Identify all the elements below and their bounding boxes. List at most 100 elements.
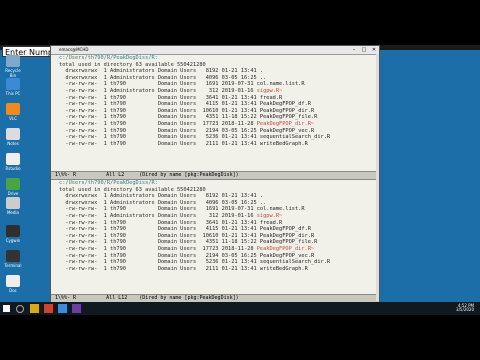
dired-row[interactable]: -rw-rw-rw- 1 th790 Domain Users 3641 01-… (51, 95, 379, 102)
dired-file-name[interactable]: writeBedGraph.R (260, 141, 308, 147)
dired-file-name[interactable]: PeakDegFPOP_file.R (260, 114, 317, 120)
dired-row[interactable]: -rw-rw-rw- 1 th790 Domain Users 4115 01-… (51, 101, 379, 108)
dired-pane-bottom[interactable]: c:/Users/th790/R/PeakDegDiss/R: total us… (51, 180, 379, 294)
file-icon[interactable]: Doc (2, 275, 24, 293)
recycle-bin-icon-glyph (6, 55, 20, 67)
dired-row-meta: -rw-rw-rw- 1 th790 Domain Users 2194 03-… (59, 127, 260, 134)
dired-file-name[interactable]: fread.R (260, 95, 282, 101)
dired-file-name[interactable]: fread.R (260, 220, 282, 226)
dired-row[interactable]: -rw-rw-rw- 1 Administrators Domain Users… (51, 213, 379, 220)
cygwin-icon-glyph (6, 225, 20, 237)
desktop-icon-label: Terminal (4, 263, 22, 268)
dired-row[interactable]: -rw-rw-rw- 1 th790 Domain Users 2194 03-… (51, 128, 379, 135)
close-icon[interactable]: ✕ (369, 46, 379, 54)
dired-file-name[interactable]: .. (260, 200, 266, 206)
dired-row[interactable]: -rw-rw-rw- 1 th790 Domain Users 4351 11-… (51, 239, 379, 246)
system-tray[interactable]: 4:52 PM 3/5/2020 (456, 304, 474, 312)
dired-file-name[interactable]: PeakDegFPOP_vec.R (260, 253, 314, 259)
desktop-icon-label: VLC (9, 116, 17, 121)
dired-pane-top[interactable]: c:/Users/th790/R/PeakDegDiss/R: total us… (51, 55, 379, 171)
dired-row[interactable]: -rw-rw-rw- 1 th790 Domain Users 5236 01-… (51, 134, 379, 141)
dired-row[interactable]: -rw-rw-rw- 1 th790 Domain Users 4115 01-… (51, 226, 379, 233)
desktop-icon-label: Doc (9, 288, 17, 293)
dired-file-name[interactable]: PeakDegFPOP_dir.R~ (257, 246, 314, 252)
dired-file-name[interactable]: sequentialSearch_dir.R (260, 259, 330, 265)
dired-row[interactable]: drwxrwxrwx 1 Administrators Domain Users… (51, 68, 379, 75)
terminal-icon[interactable]: Terminal (2, 250, 24, 268)
emacs-window[interactable]: emacs@MCHD – □ ✕ c:/Users/th790/R/PeakDe… (50, 45, 380, 303)
dired-row[interactable]: -rw-rw-rw- 1 th790 Domain Users 17723 20… (51, 121, 379, 128)
document-icon[interactable]: Rstudio (2, 153, 24, 171)
dired-file-name[interactable]: PeakDegFPOP_vec.R (260, 128, 314, 134)
dired-file-name[interactable]: . (260, 193, 263, 199)
dired-row[interactable]: -rw-rw-rw- 1 th790 Domain Users 4351 11-… (51, 114, 379, 121)
drive-icon[interactable]: Drive (2, 178, 24, 196)
dired-file-name[interactable]: col.name.list.R (257, 206, 305, 212)
dired-file-name[interactable]: sequentialSearch_dir.R (260, 134, 330, 140)
start-icon[interactable] (3, 305, 10, 312)
dired-row-meta: -rw-rw-rw- 1 th790 Domain Users 17723 20… (59, 245, 257, 252)
this-pc-icon[interactable]: This PC (2, 78, 24, 96)
dired-row[interactable]: -rw-rw-rw- 1 th790 Domain Users 2111 01-… (51, 141, 379, 148)
dired-row-meta: -rw-rw-rw- 1 th790 Domain Users 2111 01-… (59, 265, 260, 272)
vlc-icon[interactable]: VLC (2, 103, 24, 121)
app-icon[interactable] (58, 304, 67, 313)
dired-row[interactable]: drwxrwxrwx 1 Administrators Domain Users… (51, 200, 379, 207)
dired-row[interactable]: -rw-rw-rw- 1 th790 Domain Users 1691 201… (51, 206, 379, 213)
dired-row[interactable]: -rw-rw-rw- 1 th790 Domain Users 10610 01… (51, 233, 379, 240)
dired-row-meta: -rw-rw-rw- 1 th790 Domain Users 4115 01-… (59, 101, 260, 108)
notes-icon[interactable]: Notes (2, 128, 24, 146)
explorer-icon[interactable] (30, 304, 39, 313)
dired-row[interactable]: -rw-rw-rw- 1 th790 Domain Users 2111 01-… (51, 266, 379, 273)
dired-row[interactable]: -rw-rw-rw- 1 th790 Domain Users 3641 01-… (51, 220, 379, 227)
dired-row[interactable]: -rw-rw-rw- 1 th790 Domain Users 10610 01… (51, 108, 379, 115)
dired-row-meta: -rw-rw-rw- 1 th790 Domain Users 1691 201… (59, 81, 257, 88)
document-icon-glyph (6, 153, 20, 165)
dired-file-name[interactable]: PeakDegFPOP_dir.R (260, 108, 314, 114)
dired-row[interactable]: -rw-rw-rw- 1 th790 Domain Users 1691 201… (51, 81, 379, 88)
dired-file-name[interactable]: sigpw.R~ (257, 213, 283, 219)
dired-file-name[interactable]: PeakDegFPOP_df.R (260, 226, 311, 232)
emacs-icon[interactable] (72, 304, 81, 313)
dired-row[interactable]: -rw-rw-rw- 1 th790 Domain Users 5236 01-… (51, 259, 379, 266)
dired-row[interactable]: -rw-rw-rw- 1 th790 Domain Users 2194 03-… (51, 253, 379, 260)
media-icon-glyph (6, 197, 20, 209)
window-title: emacs@MCHD (59, 47, 89, 52)
vlc-icon-glyph (6, 103, 20, 115)
minimize-icon[interactable]: – (349, 46, 359, 54)
drive-icon-glyph (6, 178, 20, 190)
dired-file-name[interactable]: PeakDegFPOP_dir.R (260, 233, 314, 239)
media-icon[interactable]: Media (2, 197, 24, 215)
dired-row-meta: -rw-rw-rw- 1 th790 Domain Users 1691 201… (59, 206, 257, 213)
search-icon[interactable] (16, 305, 24, 313)
dired-row-meta: -rw-rw-rw- 1 Administrators Domain Users… (59, 87, 257, 94)
dired-file-name[interactable]: writeBedGraph.R (260, 266, 308, 272)
chrome-icon[interactable] (44, 304, 53, 313)
dired-file-name[interactable]: . (260, 68, 263, 74)
window-titlebar[interactable]: emacs@MCHD – □ ✕ (51, 46, 379, 55)
maximize-icon[interactable]: □ (359, 46, 369, 54)
file-icon-glyph (6, 275, 20, 287)
dired-row[interactable]: -rw-rw-rw- 1 Administrators Domain Users… (51, 88, 379, 95)
dired-path: c:/Users/th790/R/PeakDegDiss/R: (59, 55, 158, 61)
dired-row[interactable]: -rw-rw-rw- 1 th790 Domain Users 17723 20… (51, 246, 379, 253)
this-pc-icon-glyph (6, 78, 20, 90)
dired-file-name[interactable]: PeakDegFPOP_df.R (260, 101, 311, 107)
dired-row[interactable]: drwxrwxrwx 1 Administrators Domain Users… (51, 75, 379, 82)
scrollbar[interactable] (376, 54, 379, 301)
desktop-icon-label: Notes (7, 141, 19, 146)
cygwin-icon[interactable]: Cygwin (2, 225, 24, 243)
dired-row[interactable]: drwxrwxrwx 1 Administrators Domain Users… (51, 193, 379, 200)
dired-file-name[interactable]: col.name.list.R (257, 81, 305, 87)
dired-file-name[interactable]: PeakDegFPOP_file.R (260, 239, 317, 245)
dired-file-name[interactable]: sigpw.R~ (257, 88, 283, 94)
dired-file-name[interactable]: PeakDegFPOP_dir.R~ (257, 121, 314, 127)
dired-row-meta: -rw-rw-rw- 1 th790 Domain Users 3641 01-… (59, 94, 260, 101)
dired-row-meta: -rw-rw-rw- 1 th790 Domain Users 5236 01-… (59, 259, 260, 266)
dired-file-name[interactable]: .. (260, 75, 266, 81)
dired-row-meta: drwxrwxrwx 1 Administrators Domain Users… (59, 193, 260, 200)
dired-row-meta: -rw-rw-rw- 1 th790 Domain Users 4351 11-… (59, 239, 260, 246)
dired-row-meta: -rw-rw-rw- 1 th790 Domain Users 10610 01… (59, 232, 260, 239)
recycle-bin-icon[interactable]: Recycle Bin (2, 55, 24, 78)
modeline-top: 1\%%- R All L2 (Dired by name [pkg:PeakD… (51, 171, 379, 180)
